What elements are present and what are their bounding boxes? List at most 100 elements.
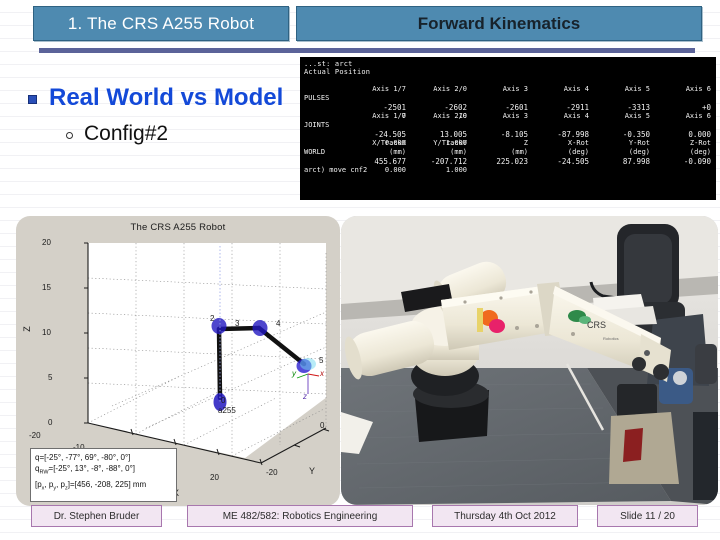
x-tick--20: -20	[29, 431, 41, 440]
matlab-figure: The CRS A255 Robot q=[-25°, -77°, 69°, -…	[16, 216, 340, 506]
annotation-qrw: qRW=[-25°, 13°, -8°, -88°, 0°]	[35, 464, 136, 476]
console-column-header: Axis 4	[563, 112, 589, 120]
console-column: X-Rot (deg) -24.505	[531, 139, 592, 174]
z-tick-10: 10	[42, 328, 51, 337]
console-column-header: Axis 5	[624, 112, 650, 120]
figure-annotation-box: q=[-25°, -77°, 69°, -80°, 0°] qRW=[-25°,…	[30, 448, 177, 502]
footer-slide-number: Slide 11 / 20	[597, 505, 698, 527]
console-column-value: 0.000	[688, 130, 711, 139]
joint-label-2: 2	[210, 314, 215, 323]
console-column-value: -2602	[444, 103, 467, 112]
console-column-header: X-Rot	[567, 139, 589, 147]
console-row: PULSES Axis 1/7 -2501 0 Axis 2/0 -2602 10 Axi…	[304, 85, 716, 120]
console-column-header: Axis 4	[563, 85, 589, 93]
console-column-unit	[470, 121, 528, 130]
console-column-unit	[592, 121, 650, 130]
console-column-header: Z-Rot	[689, 139, 711, 147]
console-column-value: 13.005	[439, 130, 467, 139]
footer-course-text: ME 482/582: Robotics Engineering	[222, 510, 378, 522]
z-tick-5: 5	[48, 373, 53, 382]
console-column-value: -87.998	[557, 130, 589, 139]
z-tick-20: 20	[42, 238, 51, 247]
robot-photograph: CRS Robotics	[341, 216, 718, 505]
console-column-value: -3313	[627, 103, 650, 112]
console-column-value-secondary: 1.000	[445, 166, 467, 174]
console-column: Z-Rot (deg) -0.090	[653, 139, 714, 174]
console-row-label: WORLD	[304, 148, 326, 156]
console-column-header: Axis 2/0	[433, 85, 467, 93]
console-rows: PULSES Axis 1/7 -2501 0 Axis 2/0 -2602 10 Axi…	[304, 85, 716, 174]
console-column-value: +0	[701, 103, 711, 112]
console-column-value: -207.712	[430, 157, 467, 166]
console-line-1: ...st: arct	[304, 60, 353, 68]
header-title-text: 1. The CRS A255 Robot	[67, 13, 255, 33]
console-column-value: -24.505	[557, 157, 589, 166]
console-column-header: Axis 2/0	[433, 112, 467, 120]
console-column-value: -0.090	[683, 157, 711, 166]
console-column-header: Axis 3	[502, 85, 528, 93]
joint-label-0: 0	[221, 396, 226, 405]
console-column-unit	[470, 94, 528, 103]
annotation-position: [px, py, pz]=[456, -208, 225] mm	[35, 479, 147, 492]
footer-date-text: Thursday 4th Oct 2012	[454, 510, 556, 522]
console-column-value: 455.677	[374, 157, 406, 166]
console-column-header: Z	[523, 139, 528, 147]
console-column: Y/TrackY (mm) -207.712 1.000	[409, 139, 470, 174]
bullet-level2-label: Config#2	[84, 122, 169, 145]
console-column-value: 225.023	[496, 157, 528, 166]
console-column-unit	[409, 121, 467, 130]
footer-author: Dr. Stephen Bruder	[31, 505, 162, 527]
joint-label-3: 3	[235, 319, 240, 328]
console-column-header: Y/TrackY	[433, 139, 467, 147]
console-column-value: -2601	[505, 103, 528, 112]
console-column-header: Axis 6	[685, 85, 711, 93]
console-column-header: X/TrackX	[372, 139, 406, 147]
console-column-header: Y-Rot	[628, 139, 650, 147]
console-column: X/TrackX (mm) 455.677 0.000	[348, 139, 409, 174]
frame-x-label: x	[320, 369, 324, 378]
y-tick-0: 0	[320, 421, 325, 430]
console-column-unit: (deg)	[567, 148, 589, 156]
joint-label-4: 4	[276, 319, 281, 328]
console-column-header: Axis 6	[685, 112, 711, 120]
console-column-value: -24.505	[374, 130, 406, 139]
console-column-value-secondary: 0.000	[384, 166, 406, 174]
console-column-header: Axis 1/7	[372, 85, 406, 93]
console-column: Y-Rot (deg) 87.998	[592, 139, 653, 174]
console-line-2: Actual Position	[304, 68, 371, 76]
console-row-label: PULSES	[304, 94, 330, 102]
console-column-value: -2911	[566, 103, 589, 112]
console-row-label: JOINTS	[304, 121, 330, 129]
console-column-unit	[348, 94, 406, 103]
console-column-unit	[409, 94, 467, 103]
header-topic-text: Forward Kinematics	[417, 13, 581, 33]
bullet-level1-label: Real World vs Model	[49, 84, 284, 111]
y-axis-label: Y	[309, 466, 316, 476]
annotation-q: q=[-25°, -77°, 69°, -80°, 0°]	[35, 453, 131, 462]
svg-text:Robotics: Robotics	[603, 336, 619, 341]
console-row: JOINTS Axis 1/7 -24.505 0.000 Axis 2/0 13.0…	[304, 112, 716, 147]
footer-date: Thursday 4th Oct 2012	[432, 505, 578, 527]
console-column-unit: (deg)	[689, 148, 711, 156]
header-topic-tab: Forward Kinematics	[296, 6, 702, 41]
console-column-header: Axis 5	[624, 85, 650, 93]
console-column-unit: (mm)	[450, 148, 467, 156]
robot-console-screenshot: ...st: arct Actual Position PULSES Axis 1…	[300, 57, 716, 200]
console-column-unit	[531, 121, 589, 130]
circle-bullet-icon	[66, 131, 73, 139]
z-tick-0: 0	[48, 418, 53, 427]
frame-z-label: z	[303, 392, 307, 401]
svg-text:CRS: CRS	[587, 320, 606, 330]
bullet-level2: Config#2	[66, 122, 168, 146]
console-column-value: -2501	[383, 103, 406, 112]
console-column-unit	[592, 94, 650, 103]
square-bullet-icon	[28, 94, 37, 104]
header-divider-rule	[39, 48, 695, 53]
header-title-tab: 1. The CRS A255 Robot	[33, 6, 289, 41]
y-tick--20: -20	[266, 468, 278, 477]
z-axis-label: Z	[21, 326, 32, 332]
footer-slide-text: Slide 11 / 20	[620, 510, 675, 522]
console-column-unit: (mm)	[389, 148, 406, 156]
bullet-level1: Real World vs Model	[28, 84, 283, 112]
frame-y-label: y	[292, 369, 296, 378]
